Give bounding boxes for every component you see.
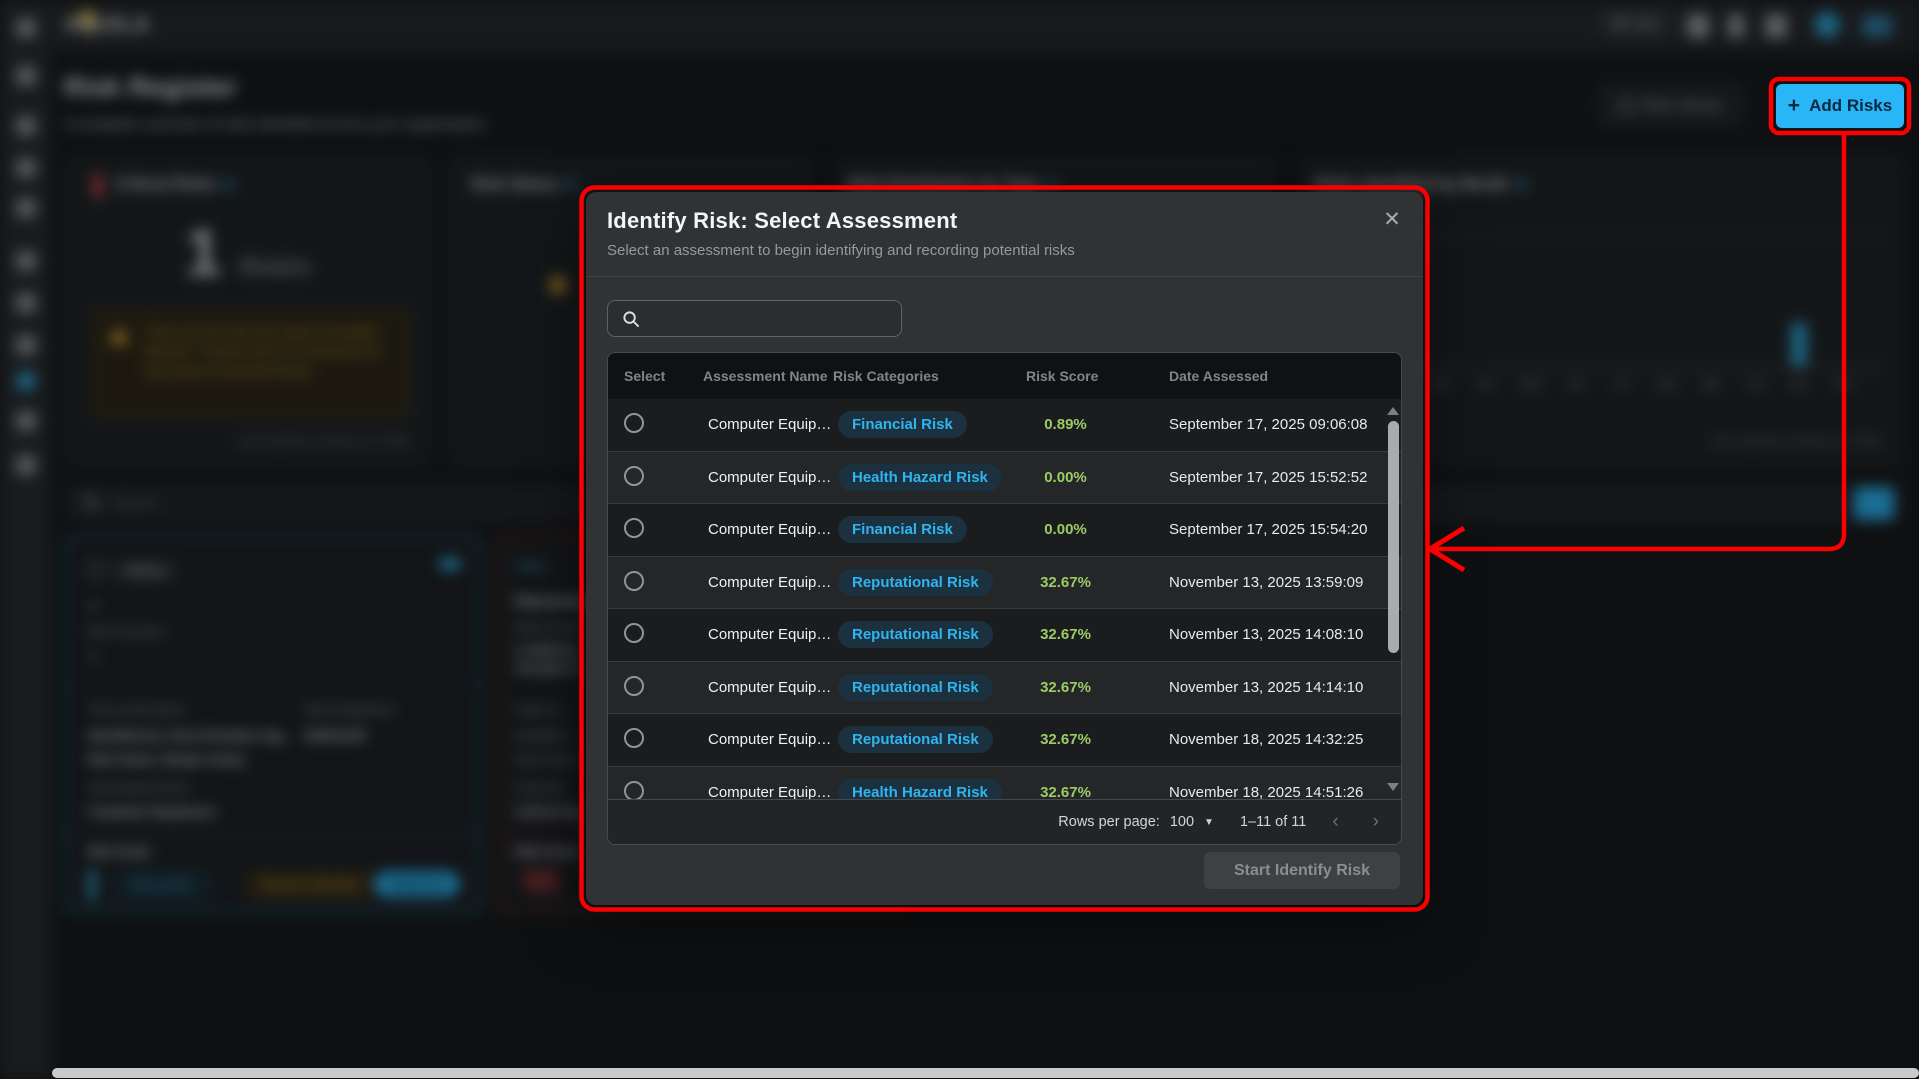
pagination-bar: Rows per page: 100 ▼ 1–11 of 11 ‹ › [608,799,1401,844]
close-icon[interactable]: ✕ [1377,204,1407,234]
rows-per-page[interactable]: Rows per page: 100 ▼ [1058,814,1214,830]
pagination-range: 1–11 of 11 [1240,814,1306,830]
date-assessed: November 13, 2025 13:59:09 [1113,574,1401,591]
scrollbar-thumb[interactable] [1388,421,1399,653]
assessment-name: Computer Equip… [703,679,833,696]
table-header-row: Select Assessment Name Risk Categories R… [608,353,1401,399]
assessment-name: Computer Equip… [703,626,833,643]
add-risks-button[interactable]: + Add Risks [1776,84,1904,128]
assessment-name: Computer Equip… [703,416,833,433]
identify-risk-modal: Identify Risk: Select Assessment Select … [586,192,1423,905]
row-radio[interactable] [624,466,644,486]
assessment-name: Computer Equip… [703,521,833,538]
app-screen: AQUILA FAQ Risk Register A complete over… [0,0,1919,1079]
row-radio[interactable] [624,781,644,799]
risk-category-badge: Reputational Risk [838,621,993,648]
date-assessed: November 18, 2025 14:51:26 [1113,784,1401,799]
row-radio[interactable] [624,623,644,643]
risk-score: 32.67% [1018,679,1113,696]
row-radio[interactable] [624,571,644,591]
risk-score: 32.67% [1018,574,1113,591]
risk-category-badge: Financial Risk [838,411,967,438]
table-row[interactable]: Computer Equip… Reputational Risk 32.67%… [608,714,1401,767]
risk-score: 32.67% [1018,626,1113,643]
risk-score: 32.67% [1018,784,1113,799]
risk-category-badge: Health Hazard Risk [838,464,1002,491]
row-radio[interactable] [624,518,644,538]
row-radio[interactable] [624,676,644,696]
risk-category-badge: Reputational Risk [838,569,993,596]
table-body: Computer Equip… Financial Risk 0.89% Sep… [608,399,1401,799]
column-header-date-assessed: Date Assessed [1113,368,1401,384]
table-row[interactable]: Computer Equip… Health Hazard Risk 0.00%… [608,452,1401,505]
rows-per-page-label: Rows per page: [1058,814,1160,830]
table-row[interactable]: Computer Equip… Financial Risk 0.00% Sep… [608,504,1401,557]
risk-score: 0.00% [1018,469,1113,486]
start-identify-risk-button[interactable]: Start Identify Risk [1204,852,1400,889]
horizontal-scrollbar[interactable] [52,1068,1919,1078]
assessment-name: Computer Equip… [703,731,833,748]
date-assessed: September 17, 2025 09:06:08 [1113,416,1401,433]
scrollbar-up-arrow[interactable] [1387,407,1399,415]
modal-search-box[interactable] [607,300,902,337]
chevron-down-icon: ▼ [1204,817,1214,828]
risk-category-badge: Health Hazard Risk [838,779,1002,799]
next-page-button[interactable]: › [1373,811,1379,833]
row-radio[interactable] [624,413,644,433]
modal-title: Identify Risk: Select Assessment [607,208,957,234]
column-header-risk-categories: Risk Categories [833,368,1018,384]
scrollbar-down-arrow[interactable] [1387,783,1399,791]
assessments-table: Select Assessment Name Risk Categories R… [607,352,1402,845]
date-assessed: November 13, 2025 14:08:10 [1113,626,1401,643]
table-row[interactable]: Computer Equip… Financial Risk 0.89% Sep… [608,399,1401,452]
modal-subtitle: Select an assessment to begin identifyin… [607,242,1075,259]
table-row[interactable]: Computer Equip… Reputational Risk 32.67%… [608,662,1401,715]
previous-page-button[interactable]: ‹ [1332,811,1338,833]
table-row[interactable]: Computer Equip… Reputational Risk 32.67%… [608,609,1401,662]
date-assessed: September 17, 2025 15:52:52 [1113,469,1401,486]
risk-category-badge: Financial Risk [838,516,967,543]
modal-search-input[interactable] [650,301,895,336]
plus-icon: + [1788,94,1800,118]
assessment-name: Computer Equip… [703,574,833,591]
assessment-name: Computer Equip… [703,469,833,486]
search-icon [622,310,641,329]
column-header-risk-score: Risk Score [1018,368,1113,384]
date-assessed: November 18, 2025 14:32:25 [1113,731,1401,748]
row-radio[interactable] [624,728,644,748]
risk-category-badge: Reputational Risk [838,726,993,753]
date-assessed: November 13, 2025 14:14:10 [1113,679,1401,696]
risk-score: 0.00% [1018,521,1113,538]
date-assessed: September 17, 2025 15:54:20 [1113,521,1401,538]
column-header-select: Select [608,368,703,384]
column-header-assessment-name: Assessment Name [703,368,833,384]
risk-score: 32.67% [1018,731,1113,748]
assessment-name: Computer Equip… [703,784,833,799]
modal-header: Identify Risk: Select Assessment Select … [586,192,1423,277]
risk-score: 0.89% [1018,416,1113,433]
table-row[interactable]: Computer Equip… Reputational Risk 32.67%… [608,557,1401,610]
rows-per-page-value: 100 [1170,814,1194,830]
risk-category-badge: Reputational Risk [838,674,993,701]
table-row[interactable]: Computer Equip… Health Hazard Risk 32.67… [608,767,1401,800]
